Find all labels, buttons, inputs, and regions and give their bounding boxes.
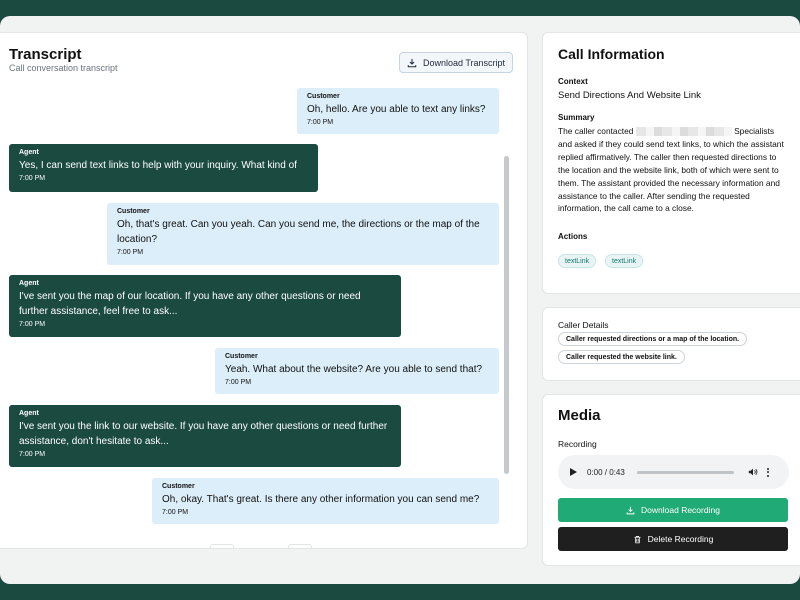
message-text: Yeah. What about the website? Are you ab… xyxy=(225,364,483,375)
pagination-button[interactable] xyxy=(210,544,234,548)
delete-recording-label: Delete Recording xyxy=(647,534,714,544)
message-text: Oh, that's great. Can you yeah. Can you … xyxy=(117,219,480,245)
summary-pre: The caller contacted xyxy=(558,126,634,136)
download-transcript-label: Download Transcript xyxy=(422,57,506,68)
message-text: Oh, okay. That's great. Is there any oth… xyxy=(162,494,480,505)
download-recording-label: Download Recording xyxy=(641,505,720,515)
caller-detail-chip: Caller requested the website link. xyxy=(558,350,685,364)
download-icon xyxy=(407,58,417,67)
message-role: Customer xyxy=(225,353,258,360)
media-title: Media xyxy=(558,407,601,424)
message-agent-3: Agent I've sent you the link to our webs… xyxy=(9,405,401,467)
message-time: 7:00 PM xyxy=(225,379,252,386)
transcript-scrollbar-thumb[interactable] xyxy=(504,156,509,474)
caller-detail-chip: Caller requested directions or a map of … xyxy=(558,332,748,346)
recording-label: Recording xyxy=(558,439,597,449)
message-customer-2: Customer Oh, that's great. Can you yeah.… xyxy=(107,203,499,265)
download-icon xyxy=(626,506,635,514)
message-role: Customer xyxy=(162,483,195,490)
summary-label: Summary xyxy=(558,113,595,122)
delete-recording-button[interactable]: Delete Recording xyxy=(558,527,788,551)
message-agent-1: Agent Yes, I can send text links to help… xyxy=(9,144,318,192)
message-role: Customer xyxy=(117,208,150,215)
trash-icon xyxy=(634,535,641,543)
volume-icon[interactable] xyxy=(748,467,758,477)
audio-progress-bar[interactable] xyxy=(636,470,734,474)
message-time: 7:00 PM xyxy=(162,509,189,516)
transcript-title: Transcript xyxy=(9,46,82,63)
media-panel: Media Recording 0:00 / 0:43 Download Rec… xyxy=(542,394,800,566)
message-time: 7:00 PM xyxy=(19,321,46,328)
call-information-panel: Call Information Context Send Directions… xyxy=(542,32,800,294)
action-chip-textlink[interactable]: textLink xyxy=(558,254,597,268)
download-recording-button[interactable]: Download Recording xyxy=(558,498,788,522)
summary-text: The caller contacted Specialists and ask… xyxy=(558,125,790,215)
message-role: Agent xyxy=(19,410,39,417)
actions-label: Actions xyxy=(558,232,588,241)
download-transcript-button[interactable]: Download Transcript xyxy=(399,52,513,73)
pagination-button[interactable] xyxy=(288,544,312,548)
audio-time: 0:00 / 0:43 xyxy=(587,467,625,477)
message-time: 7:00 PM xyxy=(19,451,46,458)
message-time: 7:00 PM xyxy=(19,175,46,182)
message-text: Yes, I can send text links to help with … xyxy=(19,160,297,171)
message-text: I've sent you the link to our website. I… xyxy=(19,421,388,447)
summary-post: Specialists and asked if they could send… xyxy=(558,126,784,214)
caller-details-label: Caller Details xyxy=(558,320,609,330)
caller-details-panel: Caller Details Caller requested directio… xyxy=(542,307,800,381)
message-text: Oh, hello. Are you able to text any link… xyxy=(307,104,486,115)
play-icon[interactable] xyxy=(570,468,577,476)
context-label: Context xyxy=(558,77,588,86)
message-customer-1: Customer Oh, hello. Are you able to text… xyxy=(297,88,499,134)
transcript-subtitle: Call conversation transcript xyxy=(9,63,118,73)
message-time: 7:00 PM xyxy=(307,119,334,126)
message-text: I've sent you the map of our location. I… xyxy=(19,291,361,317)
message-role: Agent xyxy=(19,280,39,287)
message-time: 7:00 PM xyxy=(117,249,144,256)
message-customer-4: Customer Oh, okay. That's great. Is ther… xyxy=(152,478,499,524)
message-role: Customer xyxy=(307,93,340,100)
action-chip-textlink[interactable]: textLink xyxy=(605,254,644,268)
message-agent-2: Agent I've sent you the map of our locat… xyxy=(9,275,401,337)
message-customer-3: Customer Yeah. What about the website? A… xyxy=(215,348,499,394)
context-value: Send Directions And Website Link xyxy=(558,90,701,101)
redacted-name xyxy=(635,127,732,137)
more-options-icon[interactable] xyxy=(766,467,769,477)
call-information-title: Call Information xyxy=(558,46,665,62)
message-role: Agent xyxy=(19,149,39,156)
transcript-panel: Transcript Call conversation transcript … xyxy=(0,32,528,549)
audio-player: 0:00 / 0:43 xyxy=(558,455,789,489)
